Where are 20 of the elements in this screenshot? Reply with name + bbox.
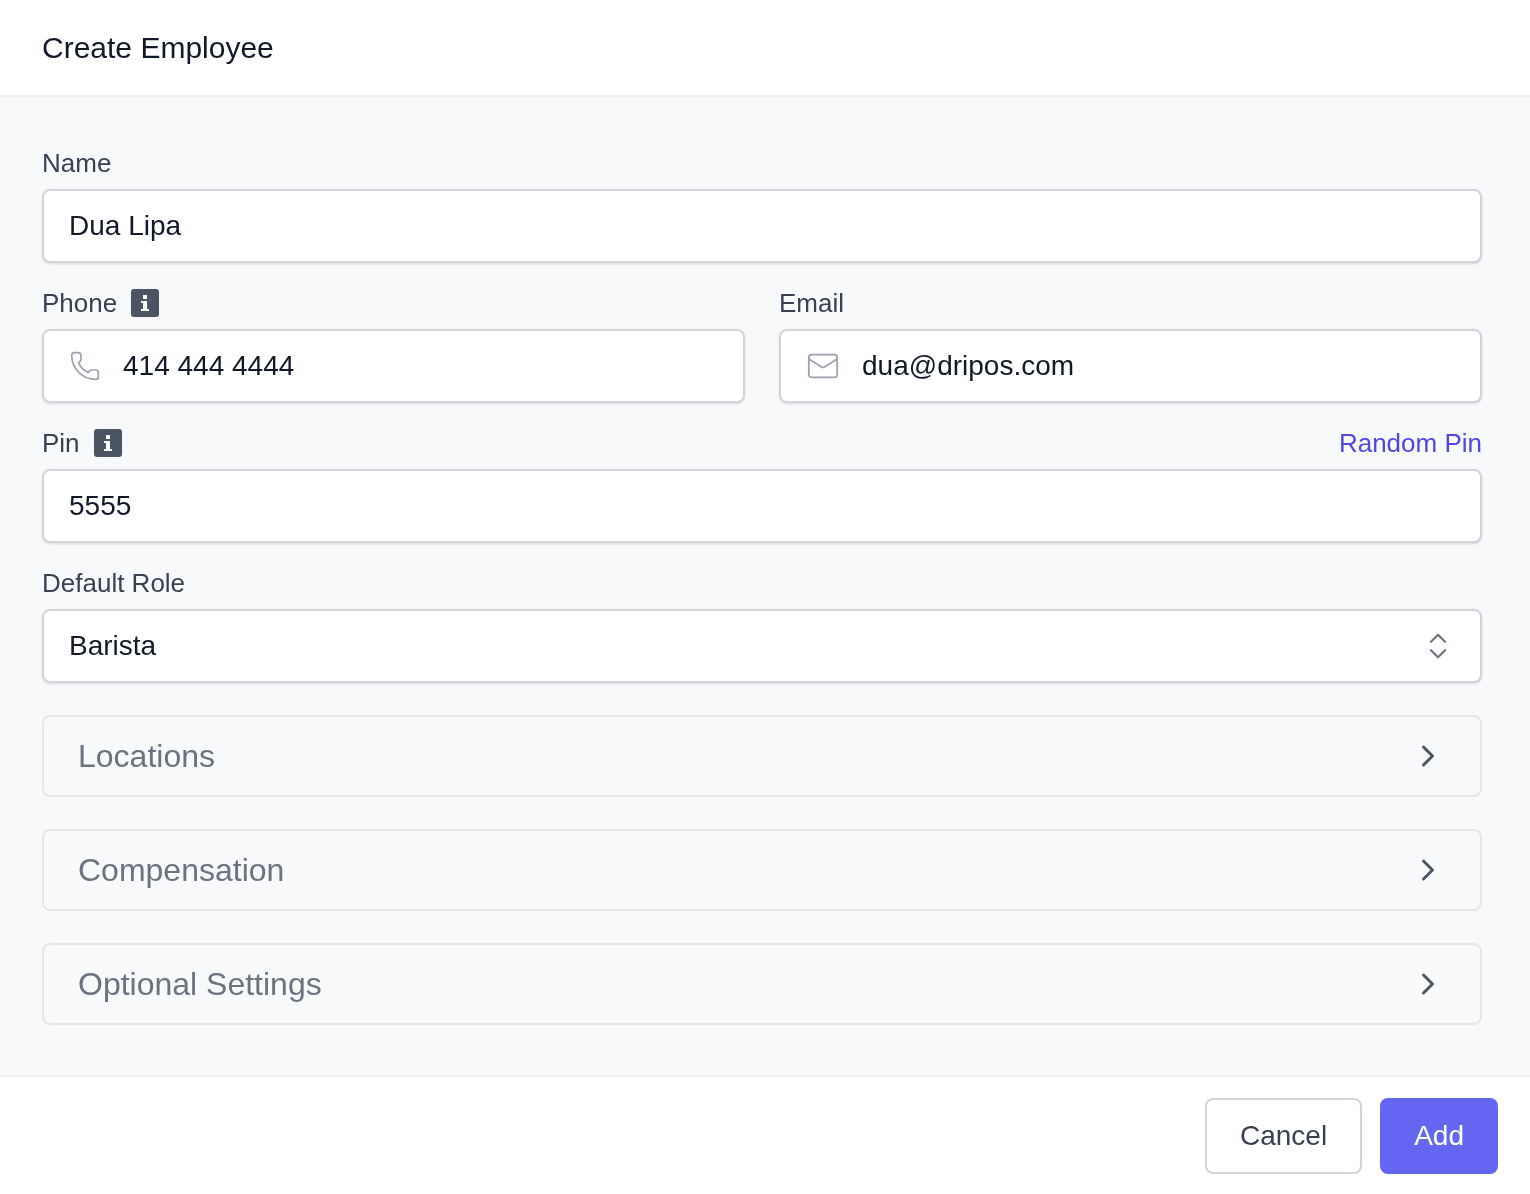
info-icon[interactable]	[93, 429, 122, 457]
field-label: Default Role	[42, 566, 186, 600]
role-select[interactable]: Barista	[42, 609, 1482, 683]
input-field[interactable]: Dua Lipa	[42, 189, 1482, 263]
input-field[interactable]: dua@dripos.com	[779, 329, 1482, 403]
add-button[interactable]: Add	[1380, 1097, 1498, 1174]
random-pin-link[interactable]: Random Pin	[1338, 423, 1482, 463]
phone-icon	[69, 350, 101, 382]
cancel-button[interactable]: Cancel	[1205, 1097, 1363, 1174]
input-field[interactable]: 414 444 4444	[42, 329, 745, 403]
input-field[interactable]: 5555	[42, 469, 1482, 543]
collapsible-section[interactable]: Compensation	[42, 829, 1482, 911]
info-icon[interactable]	[131, 289, 160, 317]
field-label: Phone	[42, 286, 118, 320]
field-label: Pin	[42, 426, 80, 460]
field-label: Name	[42, 146, 112, 180]
dialog-title: Create Employee	[42, 30, 274, 66]
collapsible-section[interactable]: Optional Settings	[42, 943, 1482, 1025]
collapsible-section[interactable]: Locations	[42, 715, 1482, 797]
field-label: Email	[779, 286, 844, 320]
